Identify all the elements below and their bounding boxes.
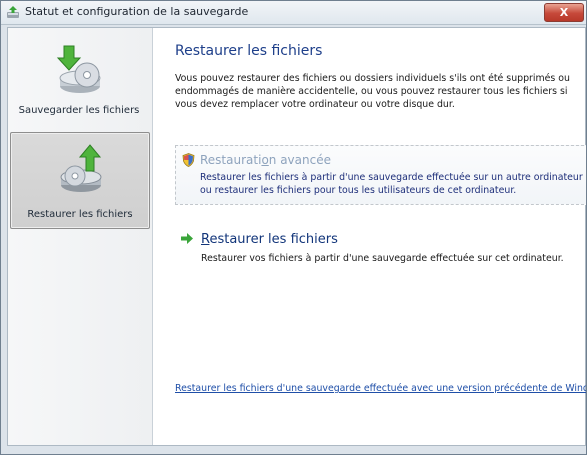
sidebar-item-label: Restaurer les fichiers — [27, 209, 133, 220]
previous-version-link[interactable]: Restaurer les fichiers d'une sauvegarde … — [175, 383, 586, 394]
window-title: Statut et configuration de la sauvegarde — [25, 5, 249, 18]
restore-files-description: Restaurer vos fichiers à partir d'une sa… — [201, 253, 564, 264]
advanced-restore-title[interactable]: Restauration avancée — [200, 153, 331, 167]
window-body: Sauvegarder les fichiers Restaurer les f… — [7, 27, 586, 446]
title-bar[interactable]: Statut et configuration de la sauvegarde… — [1, 1, 586, 25]
green-arrow-icon — [181, 233, 193, 244]
intro-text: Vous pouvez restaurer des fichiers ou do… — [175, 73, 570, 110]
advanced-restore-option[interactable]: Restauration avancée Restaurer les fichi… — [175, 145, 586, 205]
shield-icon — [182, 153, 195, 167]
backup-disc-icon — [56, 45, 101, 93]
accelerator-key: o — [261, 153, 269, 167]
sidebar: Sauvegarder les fichiers Restaurer les f… — [8, 28, 153, 445]
close-button[interactable]: X — [544, 3, 584, 22]
advanced-restore-description: Restaurer les fichiers à partir d'une sa… — [200, 172, 583, 196]
backup-app-icon — [7, 6, 19, 18]
restore-files-title[interactable]: Restaurer les fichiers — [201, 232, 338, 247]
restore-disc-icon — [60, 144, 102, 192]
sidebar-item-restore[interactable]: Restaurer les fichiers — [10, 132, 150, 229]
sidebar-item-backup[interactable]: Sauvegarder les fichiers — [10, 34, 148, 124]
sidebar-item-label: Sauvegarder les fichiers — [18, 105, 140, 116]
backup-window: Statut et configuration de la sauvegarde… — [0, 0, 587, 455]
page-title: Restaurer les fichiers — [175, 43, 323, 59]
main-panel: Restaurer les fichiers Vous pouvez resta… — [158, 28, 586, 445]
